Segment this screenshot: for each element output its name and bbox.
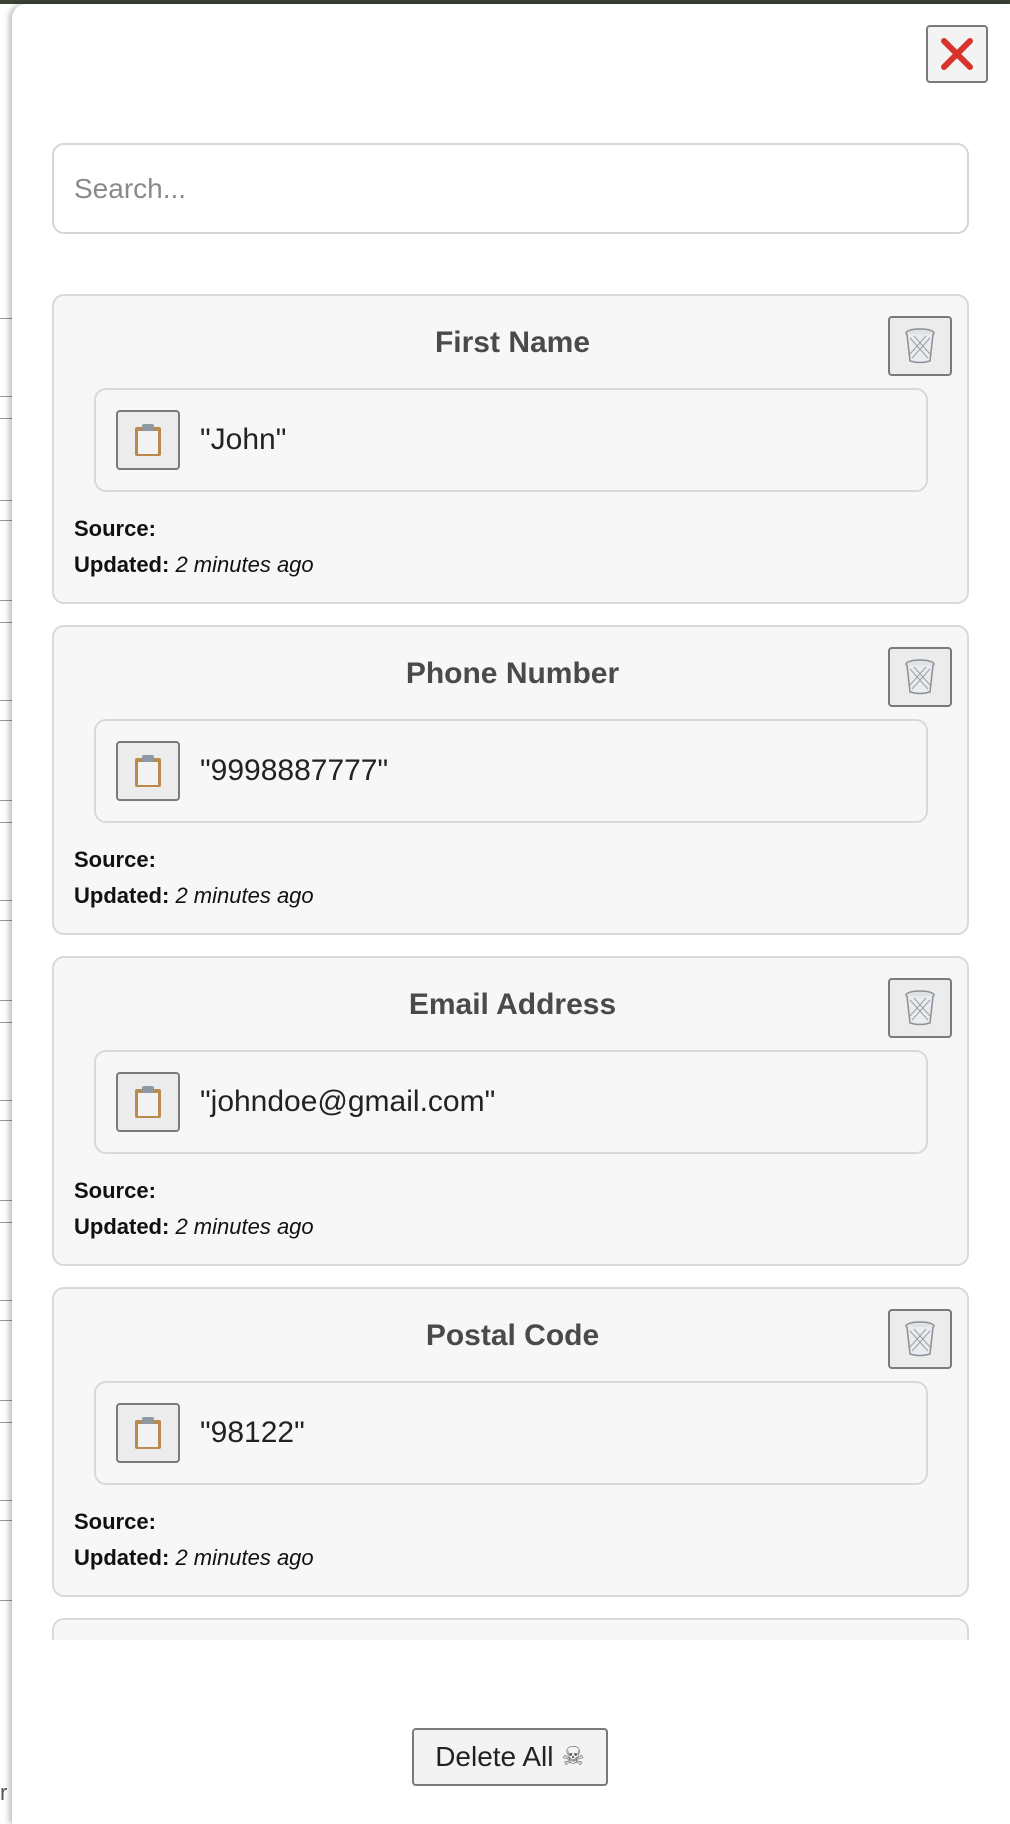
- trash-icon: [905, 990, 935, 1026]
- field-card-first-name: First Name "John" Source: Updated: 2 min…: [52, 294, 969, 604]
- value-box: "9998887777": [94, 719, 928, 823]
- source-label: Source:: [74, 516, 156, 541]
- skull-icon: ☠: [561, 1742, 585, 1772]
- updated-label: Updated:: [74, 883, 170, 908]
- close-icon: [941, 38, 973, 70]
- trash-icon: [905, 328, 935, 364]
- delete-field-button[interactable]: [888, 1309, 952, 1369]
- copy-value-button[interactable]: [116, 1072, 180, 1132]
- delete-field-button[interactable]: [888, 978, 952, 1038]
- clipboard-icon: [135, 424, 161, 456]
- field-title: Postal Code: [425, 1319, 600, 1352]
- close-button[interactable]: [926, 25, 988, 83]
- delete-field-button[interactable]: [888, 316, 952, 376]
- trash-icon: [905, 1321, 935, 1357]
- updated-line: Updated: 2 minutes ago: [74, 883, 314, 909]
- delete-all-button[interactable]: Delete All ☠: [412, 1728, 608, 1786]
- source-line: Source:: [74, 516, 156, 542]
- field-value: "John": [200, 423, 287, 456]
- search-input[interactable]: [52, 143, 969, 234]
- field-value: "9998887777": [200, 754, 389, 787]
- field-value: "98122": [200, 1416, 305, 1449]
- clipboard-icon: [135, 1086, 161, 1118]
- source-label: Source:: [74, 1509, 156, 1534]
- copy-value-button[interactable]: [116, 741, 180, 801]
- updated-value: 2 minutes ago: [175, 1545, 314, 1570]
- field-title: Email Address: [408, 988, 617, 1021]
- source-label: Source:: [74, 847, 156, 872]
- value-box: "johndoe@gmail.com": [94, 1050, 928, 1154]
- clipboard-icon: [135, 1417, 161, 1449]
- trash-icon: [905, 659, 935, 695]
- updated-label: Updated:: [74, 1214, 170, 1239]
- field-list: First Name "John" Source: Updated: 2 min…: [52, 294, 972, 1640]
- value-box: "98122": [94, 1381, 928, 1485]
- value-box: "John": [94, 388, 928, 492]
- field-title: Phone Number: [405, 657, 620, 690]
- field-card-partial: [52, 1618, 969, 1640]
- updated-value: 2 minutes ago: [175, 1214, 314, 1239]
- copy-value-button[interactable]: [116, 1403, 180, 1463]
- field-title: First Name: [434, 326, 591, 359]
- updated-label: Updated:: [74, 1545, 170, 1570]
- source-line: Source:: [74, 847, 156, 873]
- saved-data-panel: First Name "John" Source:: [12, 4, 1010, 1824]
- source-line: Source:: [74, 1178, 156, 1204]
- delete-field-button[interactable]: [888, 647, 952, 707]
- updated-line: Updated: 2 minutes ago: [74, 1545, 314, 1571]
- background-edge-text: r: [0, 1780, 8, 1805]
- field-card-email-address: Email Address "johndoe@gmail.com" Source…: [52, 956, 969, 1266]
- field-card-phone-number: Phone Number "9998887777" Source: Update…: [52, 625, 969, 935]
- updated-value: 2 minutes ago: [175, 552, 314, 577]
- updated-value: 2 minutes ago: [175, 883, 314, 908]
- updated-label: Updated:: [74, 552, 170, 577]
- clipboard-icon: [135, 755, 161, 787]
- field-card-postal-code: Postal Code "98122" Source: Updated: 2 m…: [52, 1287, 969, 1597]
- field-value: "johndoe@gmail.com": [200, 1085, 496, 1118]
- updated-line: Updated: 2 minutes ago: [74, 1214, 314, 1240]
- updated-line: Updated: 2 minutes ago: [74, 552, 314, 578]
- delete-all-label: Delete All: [435, 1741, 554, 1772]
- source-label: Source:: [74, 1178, 156, 1203]
- source-line: Source:: [74, 1509, 156, 1535]
- copy-value-button[interactable]: [116, 410, 180, 470]
